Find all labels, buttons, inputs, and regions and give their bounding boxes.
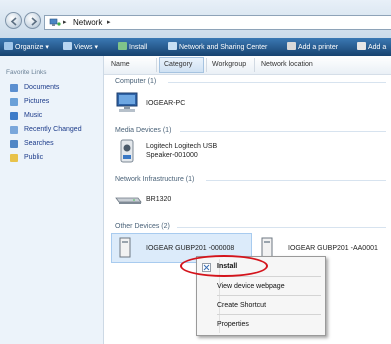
group-divider — [177, 227, 386, 228]
nav-label: Public — [24, 154, 44, 161]
views-label: Views — [74, 44, 93, 51]
nav-label: Documents — [24, 84, 60, 91]
device-label-logitech-line2[interactable]: Speaker-001000 — [146, 152, 198, 159]
device-label-logitech-line1[interactable]: Logitech Logitech USB — [146, 143, 217, 150]
nav-label: Pictures — [24, 98, 50, 105]
column-category[interactable]: Category — [164, 61, 192, 68]
group-divider — [206, 180, 386, 181]
menu-separator — [217, 314, 321, 315]
install-toolbar-button[interactable]: Install — [118, 42, 147, 53]
install-highlight-ellipse — [180, 255, 268, 277]
device-label-br1320[interactable]: BR1320 — [146, 196, 171, 203]
organize-icon — [4, 42, 13, 50]
menu-item-view-device-webpage[interactable]: View device webpage — [217, 283, 285, 290]
column-header: Name Category Workgroup Network location — [104, 56, 391, 75]
views-button[interactable]: Views ▾ — [63, 42, 98, 53]
media-device-icon[interactable] — [118, 138, 136, 166]
favorite-links-title: Favorite Links — [6, 69, 47, 76]
navigation-pane: Favorite Links Documents Pictures Music … — [0, 56, 104, 344]
add-printer-label: Add a printer — [298, 44, 339, 51]
column-name[interactable]: Name — [111, 61, 130, 68]
network-sharing-icon — [168, 42, 177, 50]
organize-label: Organize — [15, 44, 44, 51]
add-device-label: Add a — [368, 44, 387, 51]
address-field[interactable]: ▸ Network ▸ — [44, 15, 391, 30]
group-divider — [180, 131, 386, 132]
group-divider — [168, 82, 386, 83]
forward-arrow-icon — [31, 17, 38, 26]
add-printer-button[interactable]: Add a printer — [287, 42, 338, 53]
public-folder-icon — [10, 154, 18, 162]
pictures-icon — [10, 98, 18, 106]
group-header-media-devices[interactable]: Media Devices (1) — [115, 127, 171, 134]
computer-icon[interactable] — [113, 91, 141, 115]
breadcrumb-chevron-icon[interactable]: ▸ — [63, 18, 67, 26]
menu-item-properties[interactable]: Properties — [217, 321, 249, 328]
printer-icon — [287, 42, 296, 50]
column-divider[interactable] — [254, 58, 255, 72]
group-header-other-devices[interactable]: Other Devices (2) — [115, 223, 170, 230]
router-icon[interactable] — [114, 192, 142, 206]
address-bar: ▸ Network ▸ — [0, 0, 391, 38]
install-toolbar-label: Install — [129, 44, 148, 51]
menu-item-create-shortcut[interactable]: Create Shortcut — [217, 302, 266, 309]
nav-label: Recently Changed — [24, 126, 82, 133]
column-network-location[interactable]: Network location — [261, 61, 313, 68]
menu-separator — [217, 295, 321, 296]
forward-button[interactable] — [24, 12, 41, 29]
breadcrumb-chevron-icon[interactable]: ▸ — [107, 18, 111, 26]
nav-label: Searches — [24, 140, 54, 147]
views-icon — [63, 42, 72, 50]
print-server-icon[interactable] — [118, 237, 132, 259]
column-divider[interactable] — [156, 58, 157, 72]
add-device-button[interactable]: Add a — [357, 42, 386, 53]
back-arrow-icon — [10, 17, 17, 26]
device-label-iogear-pc[interactable]: IOGEAR-PC — [146, 100, 185, 107]
command-toolbar: Organize ▾ Views ▾ Install Network and S… — [0, 38, 391, 56]
install-icon — [118, 42, 127, 50]
recently-changed-icon — [10, 126, 18, 134]
network-sharing-center-button[interactable]: Network and Sharing Center — [168, 42, 267, 53]
column-workgroup[interactable]: Workgroup — [212, 61, 246, 68]
network-location-icon — [49, 18, 61, 26]
back-button[interactable] — [5, 12, 22, 29]
network-sharing-label: Network and Sharing Center — [179, 44, 268, 51]
column-divider[interactable] — [206, 58, 207, 72]
add-device-icon — [357, 42, 366, 50]
breadcrumb-network[interactable]: Network — [73, 18, 102, 27]
nav-label: Music — [24, 112, 43, 119]
documents-icon — [10, 84, 18, 92]
organize-button[interactable]: Organize ▾ — [4, 42, 49, 53]
music-icon — [10, 112, 18, 120]
device-label-gubp201-aa0001[interactable]: IOGEAR GUBP201 -AA0001 — [288, 245, 378, 252]
searches-icon — [10, 140, 18, 148]
device-label-gubp201-000008[interactable]: IOGEAR GUBP201 -000008 — [146, 245, 234, 252]
group-header-computer[interactable]: Computer (1) — [115, 78, 156, 85]
group-header-network-infrastructure[interactable]: Network Infrastructure (1) — [115, 176, 194, 183]
